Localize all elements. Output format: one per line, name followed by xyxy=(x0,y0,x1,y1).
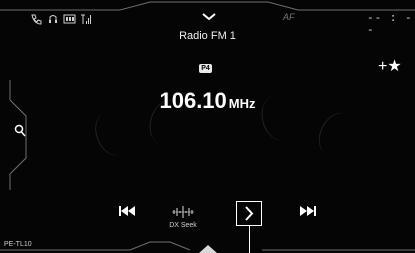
dx-seek-label: DX Seek xyxy=(169,222,197,229)
preset-badge: P4 xyxy=(199,64,212,73)
af-indicator: AF xyxy=(283,12,295,22)
figure-label: PE-TL10 xyxy=(4,241,32,248)
frequency-display: 106.10 MHz xyxy=(0,88,415,114)
add-favorite-button[interactable]: +★ xyxy=(378,58,404,76)
frequency-value: 106.10 xyxy=(159,88,227,113)
seek-up-button[interactable] xyxy=(236,201,262,226)
chevron-down-icon[interactable] xyxy=(201,9,217,21)
bluetooth-phone-icon xyxy=(30,13,42,25)
previous-track-icon[interactable] xyxy=(118,204,136,218)
dx-seek-icon[interactable] xyxy=(166,202,200,234)
search-icon[interactable] xyxy=(14,124,26,138)
frequency-unit: MHz xyxy=(228,96,256,111)
signal-icon xyxy=(80,13,92,25)
bluetooth-audio-icon xyxy=(47,13,59,25)
bottom-tab-frame xyxy=(0,241,415,253)
battery-icon xyxy=(63,13,77,25)
next-track-icon[interactable] xyxy=(299,204,317,218)
station-name: Radio FM 1 xyxy=(179,30,236,42)
chevron-right-icon xyxy=(245,206,254,221)
background-swirl xyxy=(311,106,364,164)
radio-screen: AF -- : -- Radio FM 1 P4 +★ 106.10 MHz DX… xyxy=(0,0,415,253)
